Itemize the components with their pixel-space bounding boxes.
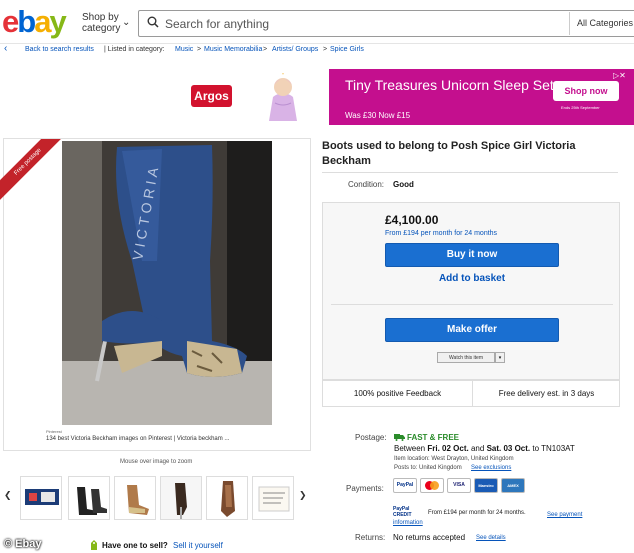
item-location: Item location: West Drayton, United King… xyxy=(394,456,514,462)
delivery-estimate: Free delivery est. in 3 days xyxy=(498,389,595,398)
ad-choices-icon[interactable]: ▷✕ xyxy=(613,71,626,80)
breadcrumb-item[interactable]: Artists/ Groups xyxy=(272,46,318,53)
see-details-link[interactable]: See details xyxy=(476,535,506,541)
chevron-down-icon: ⌄ xyxy=(122,17,131,28)
price: £4,100.00 xyxy=(385,213,439,227)
delivery-date-end: Sat. 03 Oct. xyxy=(486,444,531,453)
postage-label: Postage: xyxy=(355,433,387,442)
mastercard-icon xyxy=(420,478,444,493)
thumbnail[interactable] xyxy=(68,476,110,520)
doll-image xyxy=(269,73,297,121)
boots-photo-art: VICTORIA xyxy=(62,141,272,425)
logo-letter: y xyxy=(49,4,66,39)
watch-dropdown-icon[interactable]: ▾ xyxy=(495,352,505,363)
argos-logo: Argos xyxy=(191,85,232,107)
delivery-dates: Between Fri. 02 Oct. and Sat. 03 Oct. to… xyxy=(394,444,575,453)
returns-policy: No returns accepted xyxy=(393,533,466,542)
paypal-credit-logo: PayPal CREDIT xyxy=(393,506,412,518)
logo-letter: b xyxy=(17,4,36,39)
search-placeholder: Search for anything xyxy=(165,17,270,31)
thumbnail[interactable] xyxy=(20,476,62,520)
buy-it-now-button[interactable]: Buy it now xyxy=(385,243,559,267)
ad-shop-now-button[interactable]: Shop now xyxy=(553,81,619,101)
image-caption: 134 best Victoria Beckham images on Pint… xyxy=(46,436,230,442)
monthly-payment-link[interactable]: From £194 per month for 24 months xyxy=(385,230,497,237)
breadcrumb-separator: > xyxy=(263,46,268,53)
positive-feedback: 100% positive Feedback xyxy=(353,389,442,398)
tag-icon xyxy=(91,540,97,550)
main-image-frame: VICTORIA Free postage Pinterest 134 best… xyxy=(0,138,311,451)
thumbnail[interactable] xyxy=(252,476,294,520)
between-text: Between xyxy=(394,444,426,453)
delivery-date-start: Fri. 02 Oct. xyxy=(427,444,469,453)
shop-by-category-button[interactable]: Shop by category ⌄ xyxy=(82,12,130,34)
have-one-to-sell: Have one to sell? xyxy=(102,541,168,550)
listed-in-label: | Listed in category: xyxy=(104,46,165,53)
breadcrumb-separator: > xyxy=(323,46,328,53)
ebay-logo[interactable]: ebay xyxy=(2,4,67,39)
boots-photo[interactable]: VICTORIA xyxy=(62,141,272,425)
thumbnail[interactable] xyxy=(206,476,248,520)
condition-value: Good xyxy=(393,180,414,189)
free-postage-ribbon: Free postage xyxy=(0,139,72,211)
make-offer-button[interactable]: Make offer xyxy=(385,318,559,342)
thumbnail[interactable] xyxy=(114,476,156,520)
divider xyxy=(322,172,618,173)
ad-image-panel: Argos xyxy=(183,69,329,125)
source-watermark: © Ebay xyxy=(4,538,42,550)
thumbnail[interactable] xyxy=(160,476,202,520)
search-icon xyxy=(147,16,159,28)
visa-icon: VISA xyxy=(447,478,471,493)
breadcrumb-separator: > xyxy=(197,46,202,53)
posts-to: Posts to: United Kingdom xyxy=(394,465,462,471)
ad-end-date: Ends 25th September xyxy=(561,105,600,110)
ad-title: Tiny Treasures Unicorn Sleep Set xyxy=(345,77,554,93)
header: ebay Shop by category ⌄ Search for anyth… xyxy=(0,0,634,44)
shop-by-label: Shop by xyxy=(82,12,119,23)
thumbnail-next-arrow[interactable]: ❯ xyxy=(299,490,307,501)
logo-letter: e xyxy=(2,4,19,39)
pinterest-label: Pinterest xyxy=(46,429,62,434)
category-label: category xyxy=(82,23,121,34)
divider xyxy=(569,12,570,35)
maestro-icon: Maestro xyxy=(474,478,498,493)
fast-free-label: FAST & FREE xyxy=(407,433,460,442)
listing-title: Boots used to belong to Posh Spice Girl … xyxy=(322,140,576,167)
and-text: and xyxy=(470,444,485,453)
divider xyxy=(331,304,613,305)
back-to-search-link[interactable]: Back to search results xyxy=(25,46,94,53)
truck-icon xyxy=(394,434,405,441)
breadcrumb-item[interactable]: Music xyxy=(175,46,193,53)
paypal-icon: PayPal xyxy=(393,478,417,493)
payment-information-link[interactable]: information xyxy=(393,520,423,526)
search-input[interactable]: Search for anything All Categories xyxy=(138,10,634,37)
all-categories-select[interactable]: All Categories xyxy=(577,18,633,28)
credit-offer-text: From £194 per month for 24 months. xyxy=(428,510,526,516)
free-postage-badge: Free postage xyxy=(0,139,69,203)
sell-it-yourself-link[interactable]: Sell it yourself xyxy=(173,541,223,550)
see-exclusions-link[interactable]: See exclusions xyxy=(471,465,511,471)
buy-box: £4,100.00 From £194 per month for 24 mon… xyxy=(322,202,620,380)
logo-letter: a xyxy=(34,4,51,39)
see-payment-info-link[interactable]: See payment xyxy=(547,512,582,518)
feedback-delivery-bar: 100% positive Feedback Free delivery est… xyxy=(322,380,620,407)
breadcrumb-item[interactable]: Spice Girls xyxy=(330,46,364,53)
amex-icon: AMEX xyxy=(501,478,525,493)
watch-item-button[interactable]: Watch this item xyxy=(437,352,495,363)
thumbnail-prev-arrow[interactable]: ❮ xyxy=(4,490,12,501)
zoom-hint: Mouse over image to zoom xyxy=(120,459,193,465)
back-arrow-icon[interactable]: ‹ xyxy=(4,43,7,54)
add-to-basket-button[interactable]: Add to basket xyxy=(385,273,559,284)
ad-banner[interactable]: Argos Tiny Treasures Unicorn Sleep Set W… xyxy=(183,69,634,125)
payments-label: Payments: xyxy=(346,484,384,493)
breadcrumb-item[interactable]: Music Memorabilia xyxy=(204,46,262,53)
ad-subtitle: Was £30 Now £15 xyxy=(345,111,411,120)
returns-label: Returns: xyxy=(355,533,386,542)
condition-label: Condition: xyxy=(348,180,385,189)
delivery-postcode: to TN103AT xyxy=(532,444,575,453)
